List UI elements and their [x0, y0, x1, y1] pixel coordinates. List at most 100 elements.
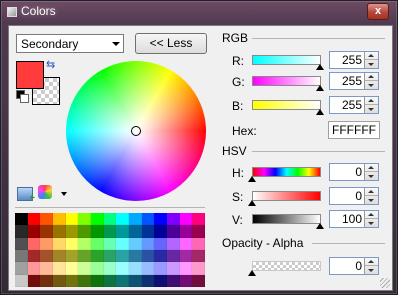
- palette-swatch[interactable]: [78, 274, 91, 287]
- palette-swatch[interactable]: [129, 249, 142, 263]
- palette-swatch[interactable]: [141, 237, 155, 250]
- close-button[interactable]: x: [367, 3, 389, 20]
- palette-swatch[interactable]: [78, 237, 91, 250]
- palette-swatch[interactable]: [129, 237, 142, 250]
- palette-swatch[interactable]: [65, 274, 79, 287]
- primary-color-swatch[interactable]: [16, 61, 44, 89]
- palette-swatch[interactable]: [179, 262, 193, 275]
- r-slider-thumb[interactable]: [316, 64, 324, 70]
- palette-swatch[interactable]: [154, 213, 167, 226]
- palette-swatch[interactable]: [154, 225, 167, 238]
- palette-swatch[interactable]: [154, 262, 167, 275]
- b-input[interactable]: 255: [329, 96, 379, 114]
- palette-swatch[interactable]: [179, 249, 193, 263]
- palette-swatch[interactable]: [15, 225, 28, 238]
- palette-swatch[interactable]: [167, 237, 180, 250]
- less-button[interactable]: << Less: [135, 33, 207, 54]
- palette-swatch[interactable]: [40, 213, 53, 226]
- palette-swatch[interactable]: [40, 249, 53, 263]
- palette-swatch[interactable]: [179, 274, 193, 287]
- s-slider-thumb[interactable]: [248, 200, 256, 206]
- alpha-input[interactable]: 0: [329, 257, 379, 275]
- g-input[interactable]: 255: [329, 72, 379, 90]
- palette-swatch[interactable]: [116, 225, 129, 238]
- palette-swatch[interactable]: [103, 213, 117, 226]
- palette-swatch[interactable]: [116, 237, 129, 250]
- palette-swatch[interactable]: [141, 213, 155, 226]
- palette-swatch[interactable]: [15, 213, 28, 226]
- palette-swatch[interactable]: [40, 225, 53, 238]
- palette-swatch[interactable]: [65, 225, 79, 238]
- palette-menu-arrow-icon[interactable]: [61, 192, 67, 196]
- palette-swatch[interactable]: [78, 249, 91, 263]
- palette-swatch[interactable]: [53, 225, 66, 238]
- palette-swatch[interactable]: [141, 225, 155, 238]
- palette-swatch[interactable]: [129, 274, 142, 287]
- palette-swatch[interactable]: [53, 262, 66, 275]
- h-input[interactable]: 0: [329, 163, 379, 181]
- palette-swatch[interactable]: [116, 262, 129, 275]
- palette-swatch[interactable]: [141, 274, 155, 287]
- v-spinner[interactable]: [364, 211, 378, 227]
- color-palette[interactable]: [15, 213, 205, 287]
- palette-swatch[interactable]: [15, 274, 28, 287]
- palette-swatch[interactable]: [167, 274, 180, 287]
- palette-swatch[interactable]: [103, 237, 117, 250]
- palette-swatch[interactable]: [91, 262, 104, 275]
- palette-swatch[interactable]: [103, 225, 117, 238]
- palette-swatch[interactable]: [103, 274, 117, 287]
- palette-swatch[interactable]: [192, 274, 205, 287]
- s-input[interactable]: 0: [329, 187, 379, 205]
- palette-swatch[interactable]: [179, 213, 193, 226]
- palette-swatch[interactable]: [192, 237, 205, 250]
- b-spinner[interactable]: [364, 97, 378, 113]
- palette-swatch[interactable]: [116, 213, 129, 226]
- s-slider[interactable]: [252, 191, 321, 201]
- palette-swatch[interactable]: [40, 237, 53, 250]
- palette-swatch[interactable]: [15, 249, 28, 263]
- palette-swatch[interactable]: [27, 274, 41, 287]
- g-spinner[interactable]: [364, 73, 378, 89]
- palette-swatch[interactable]: [27, 225, 41, 238]
- palette-swatch[interactable]: [179, 225, 193, 238]
- palette-swatch[interactable]: [167, 213, 180, 226]
- palette-menu-icon[interactable]: [38, 185, 52, 199]
- palette-swatch[interactable]: [167, 262, 180, 275]
- h-slider-thumb[interactable]: [248, 176, 256, 182]
- palette-swatch[interactable]: [192, 262, 205, 275]
- palette-swatch[interactable]: [65, 237, 79, 250]
- palette-swatch[interactable]: [78, 262, 91, 275]
- palette-swatch[interactable]: [15, 262, 28, 275]
- palette-swatch[interactable]: [78, 225, 91, 238]
- palette-swatch[interactable]: [91, 249, 104, 263]
- add-to-palette-icon[interactable]: +: [17, 187, 35, 204]
- color-wheel-cursor[interactable]: [131, 126, 141, 136]
- palette-swatch[interactable]: [129, 262, 142, 275]
- palette-swatch[interactable]: [78, 213, 91, 226]
- palette-swatch[interactable]: [91, 213, 104, 226]
- palette-swatch[interactable]: [129, 213, 142, 226]
- b-slider[interactable]: [252, 100, 321, 110]
- v-slider[interactable]: [252, 214, 321, 224]
- hex-input[interactable]: FFFFFF: [328, 121, 380, 139]
- resize-grip[interactable]: [380, 278, 390, 288]
- palette-swatch[interactable]: [179, 237, 193, 250]
- b-slider-thumb[interactable]: [316, 109, 324, 115]
- palette-swatch[interactable]: [53, 274, 66, 287]
- palette-swatch[interactable]: [167, 225, 180, 238]
- color-mode-select[interactable]: Secondary: [16, 34, 124, 53]
- palette-swatch[interactable]: [154, 237, 167, 250]
- h-slider[interactable]: [252, 167, 321, 177]
- palette-swatch[interactable]: [141, 262, 155, 275]
- s-spinner[interactable]: [364, 188, 378, 204]
- palette-swatch[interactable]: [40, 274, 53, 287]
- palette-swatch[interactable]: [154, 249, 167, 263]
- title-bar[interactable]: Colors x: [1, 1, 397, 23]
- palette-swatch[interactable]: [27, 237, 41, 250]
- palette-swatch[interactable]: [27, 262, 41, 275]
- palette-swatch[interactable]: [192, 249, 205, 263]
- palette-swatch[interactable]: [40, 262, 53, 275]
- palette-swatch[interactable]: [192, 225, 205, 238]
- h-spinner[interactable]: [364, 164, 378, 180]
- g-slider[interactable]: [252, 76, 321, 86]
